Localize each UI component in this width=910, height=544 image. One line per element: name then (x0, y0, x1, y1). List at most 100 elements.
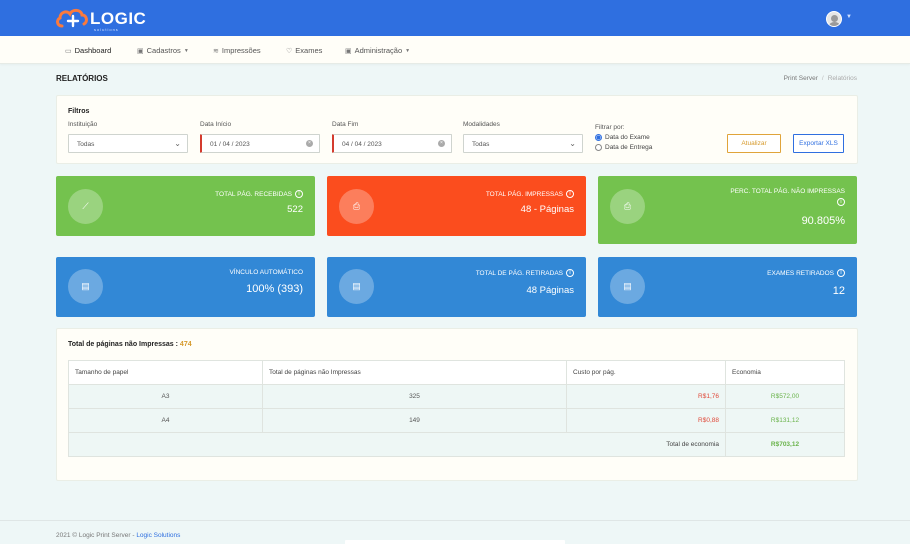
table-cell: 325 (262, 384, 567, 409)
logo-text: LOGIC (90, 9, 147, 28)
main-nav: ▭ Dashboard ▣ Cadastros ▼ ≋ Impressões ♡… (0, 36, 910, 64)
nav-item-label: Dashboard (74, 46, 112, 55)
breadcrumb-item[interactable]: Print Server (784, 75, 818, 82)
stat-label: TOTAL DE PÁG. RETIRADAS i (476, 269, 574, 277)
radio-label: Data do Exame (605, 134, 650, 141)
chart-line-icon: ⟋ (68, 189, 103, 224)
modalidades-select[interactable]: Todas ⌄ (463, 134, 583, 153)
table-row: A4 149 R$0,88 R$131,12 (68, 408, 845, 433)
footer-link[interactable]: Logic Solutions (136, 532, 180, 539)
nav-item-label: Cadastros (146, 46, 181, 55)
top-bar: LOGIC solutions ▼ (0, 0, 910, 36)
stat-tile-perc-nao-impressas: ⎙ PERC. TOTAL PÁG. NÃO IMPRESSAS i 90.80… (598, 176, 857, 244)
filtrar-por-label: Filtrar por: (595, 124, 625, 131)
avatar[interactable] (826, 11, 842, 27)
app-logo[interactable]: LOGIC solutions (54, 6, 146, 32)
data-fim-label: Data Fim (332, 121, 359, 128)
modalidades-label: Modalidades (463, 121, 500, 128)
nav-item-exames[interactable]: ♡ Exames (286, 46, 322, 55)
stat-value: 100% (393) (246, 283, 303, 295)
chevron-down-icon: ▼ (183, 47, 189, 54)
nav-item-cadastros[interactable]: ▣ Cadastros ▼ (137, 46, 189, 55)
footer-bar (345, 540, 565, 544)
filters-card: Filtros Instituição Todas ⌄ Data Início … (56, 95, 858, 164)
table-total-row: Total de economia R$703,12 (68, 432, 845, 457)
footer-text: 2021 © Logic Print Server - Logic Soluti… (56, 532, 181, 539)
info-icon[interactable]: i (837, 269, 845, 277)
chevron-down-icon: ⌄ (569, 139, 576, 148)
table-title: Total de páginas não Impressas : 474 (68, 341, 192, 348)
logo-subtitle: solutions (94, 27, 119, 32)
radio-data-entrega[interactable]: Data de Entrega (595, 144, 652, 151)
info-icon[interactable]: i (566, 190, 574, 198)
table-cell: R$131,12 (725, 408, 845, 433)
data-fim-value: 04 / 04 / 2023 (342, 141, 382, 148)
radio-checked-icon (595, 134, 602, 141)
nav-item-label: Impressões (221, 46, 261, 55)
heart-icon: ♡ (286, 47, 293, 55)
briefcase-icon: ▣ (137, 47, 144, 55)
file-icon: ▤ (339, 269, 374, 304)
export-xls-button[interactable]: Exportar XLS (793, 134, 844, 153)
breadcrumb-current: Relatórios (827, 75, 857, 82)
printer-icon: ⎙ (339, 189, 374, 224)
radio-data-exame[interactable]: Data do Exame (595, 134, 650, 141)
nav-item-dashboard[interactable]: ▭ Dashboard (65, 46, 111, 55)
filters-title: Filtros (68, 108, 90, 115)
stat-label: VÍNCULO AUTOMÁTICO (229, 269, 303, 276)
total-label: Total de economia (68, 432, 726, 457)
info-icon[interactable]: i (566, 269, 574, 277)
chevron-down-icon: ▼ (405, 47, 411, 54)
instituicao-select[interactable]: Todas ⌄ (68, 134, 188, 153)
table-count: 474 (179, 341, 192, 348)
info-icon[interactable]: i (837, 198, 845, 206)
stat-tile-paginas-retiradas: ▤ TOTAL DE PÁG. RETIRADAS i 48 Páginas (327, 257, 586, 317)
clear-icon[interactable]: × (306, 140, 313, 147)
table-header: Total de páginas não Impressas (262, 360, 567, 385)
nav-item-label: Administração (354, 46, 403, 55)
nav-item-label: Exames (295, 46, 323, 55)
printer-off-icon: ⎙ (610, 189, 645, 224)
data-inicio-field[interactable]: 01 / 04 / 2023 × (200, 134, 320, 153)
instituicao-value: Todas (77, 141, 95, 148)
cloud-logo-icon (56, 8, 88, 28)
table-row: A3 325 R$1,76 R$572,00 (68, 384, 845, 409)
page-title: RELATÓRIOS (56, 74, 108, 83)
table-header: Tamanho de papel (68, 360, 263, 385)
economia-table: Tamanho de papel Total de páginas não Im… (68, 360, 845, 457)
stat-value: 90.805% (801, 215, 845, 227)
stat-tile-vinculo-automatico: ▤ VÍNCULO AUTOMÁTICO 100% (393) (56, 257, 315, 317)
clear-icon[interactable]: × (438, 140, 445, 147)
table-cell: A4 (68, 408, 263, 433)
layers-icon: ≋ (213, 47, 219, 55)
nav-item-administracao[interactable]: ▣ Administração ▼ (345, 46, 410, 55)
nav-item-impressoes[interactable]: ≋ Impressões (213, 46, 261, 55)
table-cell: A3 (68, 384, 263, 409)
breadcrumb: Print Server / Relatórios (783, 75, 857, 82)
radio-label: Data de Entrega (605, 144, 653, 151)
data-inicio-value: 01 / 04 / 2023 (210, 141, 250, 148)
file-icon: ▤ (610, 269, 645, 304)
economia-card: Total de páginas não Impressas : 474 Tam… (56, 328, 858, 481)
chevron-down-icon: ⌄ (174, 139, 181, 148)
stat-value: 12 (832, 285, 845, 297)
stat-value: 48 - Páginas (520, 204, 574, 215)
stat-label: TOTAL PÁG. IMPRESSAS i (486, 190, 574, 198)
stat-value: 48 Páginas (526, 285, 574, 296)
total-value: R$703,12 (725, 432, 845, 457)
file-icon: ▤ (68, 269, 103, 304)
table-cell: R$572,00 (725, 384, 845, 409)
chevron-down-icon[interactable]: ▼ (846, 14, 852, 20)
stat-label: EXAMES RETIRADOS i (767, 269, 845, 277)
table-cell: R$1,76 (566, 384, 726, 409)
modalidades-value: Todas (472, 141, 490, 148)
stat-tile-paginas-recebidas: ⟋ TOTAL PÁG. RECEBIDAS i 522 (56, 176, 315, 236)
update-button[interactable]: Atualizar (727, 134, 781, 153)
monitor-icon: ▭ (65, 47, 72, 55)
radio-unchecked-icon (595, 144, 602, 151)
info-icon[interactable]: i (295, 190, 303, 198)
table-cell: R$0,88 (566, 408, 726, 433)
stat-value: 522 (287, 204, 303, 215)
data-inicio-label: Data Início (200, 121, 232, 128)
data-fim-field[interactable]: 04 / 04 / 2023 × (332, 134, 452, 153)
